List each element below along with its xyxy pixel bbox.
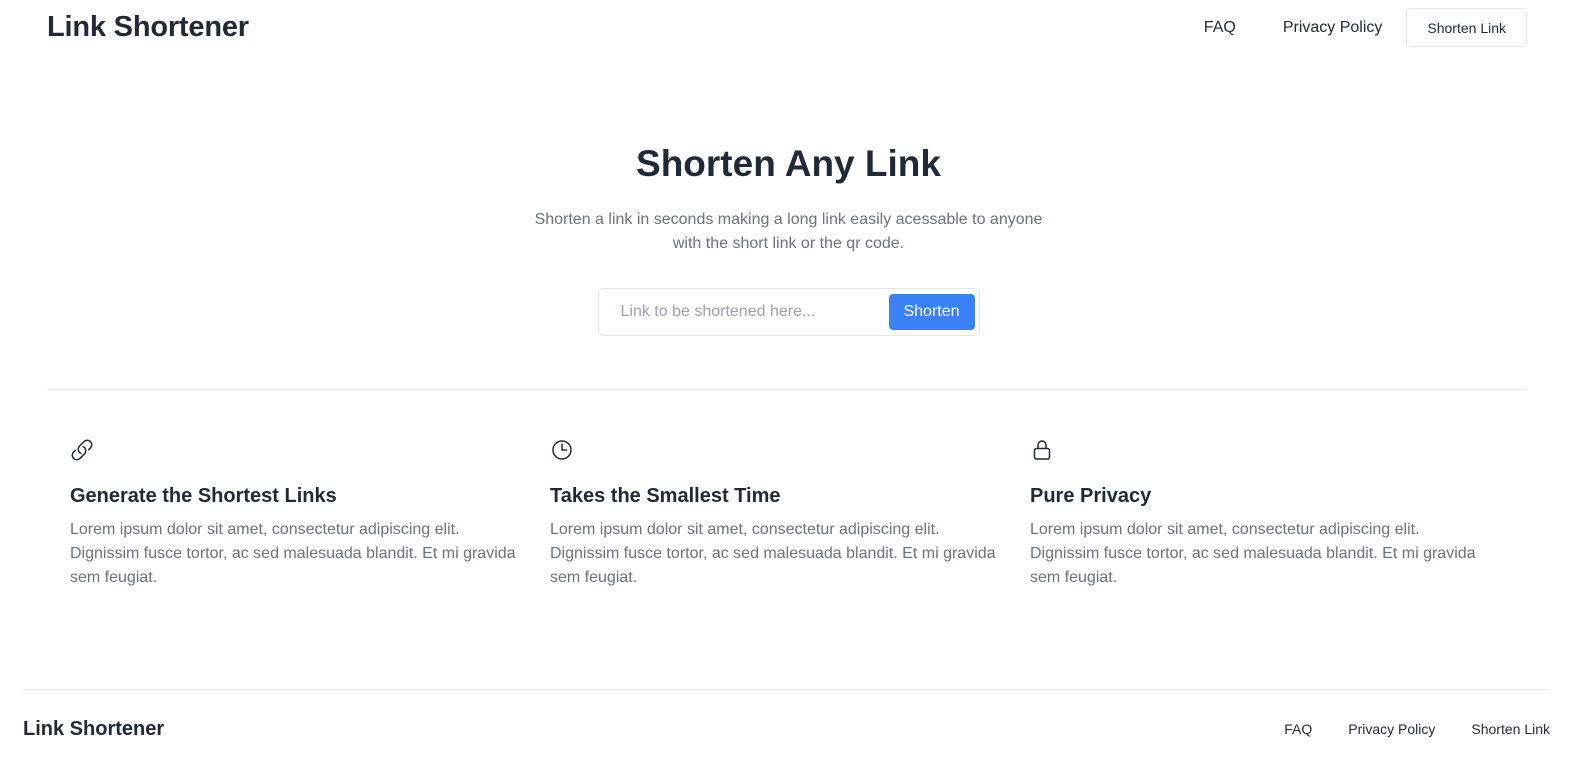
nav-link-privacy-policy[interactable]: Privacy Policy: [1283, 19, 1383, 37]
footer-link-faq[interactable]: FAQ: [1284, 721, 1312, 737]
feature-card: Takes the Smallest Time Lorem ipsum dolo…: [550, 438, 1030, 590]
footer-link-privacy-policy[interactable]: Privacy Policy: [1348, 721, 1435, 737]
footer-brand-link[interactable]: Link Shortener: [23, 718, 164, 741]
feature-description: Lorem ipsum dolor sit amet, consectetur …: [550, 521, 996, 586]
hero-subtitle: Shorten a link in seconds making a long …: [534, 211, 1043, 252]
hero-section: Shorten Any Link Shorten a link in secon…: [0, 140, 1577, 336]
clock-icon: [550, 438, 1030, 462]
section-divider: [47, 389, 1526, 390]
shorten-link-nav-button[interactable]: Shorten Link: [1406, 8, 1527, 47]
feature-description: Lorem ipsum dolor sit amet, consectetur …: [1030, 521, 1476, 586]
shorten-form: Shorten: [597, 288, 980, 336]
feature-card: Generate the Shortest Links Lorem ipsum …: [70, 438, 550, 590]
link-input[interactable]: [618, 289, 889, 335]
feature-card: Pure Privacy Lorem ipsum dolor sit amet,…: [1030, 438, 1510, 590]
footer-link-shorten-link[interactable]: Shorten Link: [1471, 721, 1550, 737]
site-header: Link Shortener FAQ Privacy Policy Shorte…: [0, 0, 1577, 60]
feature-title: Takes the Smallest Time: [550, 485, 781, 507]
lock-icon: [1030, 438, 1510, 462]
footer-nav: FAQ Privacy Policy Shorten Link: [1284, 721, 1550, 737]
hero-title: Shorten Any Link: [636, 143, 941, 184]
footer-divider: [23, 689, 1550, 690]
feature-description: Lorem ipsum dolor sit amet, consectetur …: [70, 521, 516, 586]
top-nav: FAQ Privacy Policy Shorten Link: [1204, 8, 1527, 47]
brand-logo-link[interactable]: Link Shortener: [47, 11, 249, 44]
shorten-submit-button[interactable]: Shorten: [888, 294, 975, 330]
features-section: Generate the Shortest Links Lorem ipsum …: [70, 438, 1510, 590]
nav-link-faq[interactable]: FAQ: [1204, 19, 1236, 37]
link-icon: [70, 438, 550, 462]
feature-title: Pure Privacy: [1030, 485, 1152, 507]
feature-title: Generate the Shortest Links: [70, 485, 337, 507]
